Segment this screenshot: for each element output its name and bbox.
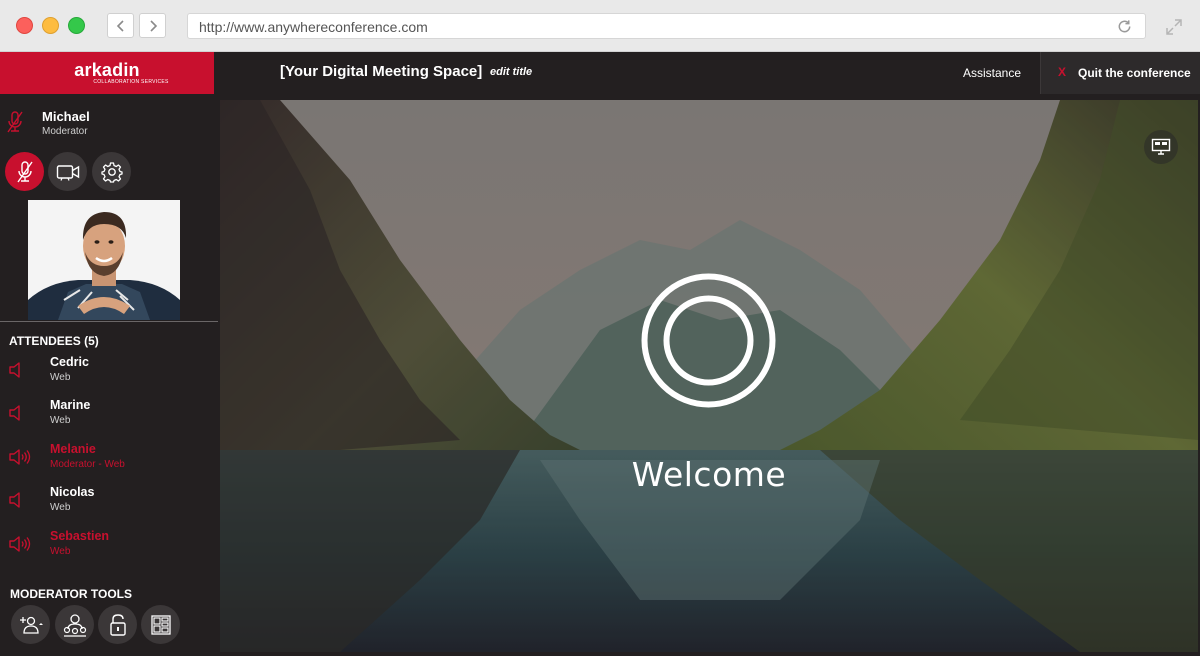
attendee-detail: Web (50, 372, 71, 383)
attendee-detail: Web (50, 546, 71, 557)
url-text: http://www.anywhereconference.com (199, 19, 428, 35)
attendee-name: Melanie (50, 442, 96, 456)
welcome-rings-icon (641, 273, 776, 408)
conference-app: arkadin COLLABORATION SERVICES [Your Dig… (0, 52, 1200, 656)
attendee-item[interactable]: Sebastien Web (0, 529, 218, 569)
forward-button[interactable] (139, 13, 166, 38)
address-bar[interactable]: http://www.anywhereconference.com (187, 13, 1146, 39)
mic-muted-icon (7, 111, 23, 133)
close-window-button[interactable] (16, 17, 33, 34)
add-participant-button[interactable] (11, 605, 50, 644)
sidebar-divider (0, 321, 218, 322)
brand-logo: arkadin COLLABORATION SERVICES (0, 52, 214, 94)
maximize-window-button[interactable] (68, 17, 85, 34)
camera-toggle-button[interactable] (48, 152, 87, 191)
speaker-active-icon (9, 449, 31, 465)
logo-subtitle: COLLABORATION SERVICES (93, 78, 169, 85)
attendee-name: Sebastien (50, 529, 110, 543)
lock-icon (109, 613, 126, 636)
reload-icon[interactable] (1116, 18, 1133, 35)
speaker-icon (9, 492, 20, 508)
speaker-icon (9, 362, 20, 378)
logo-text: arkadin (74, 59, 140, 80)
gear-icon (100, 161, 123, 183)
mute-toggle-button[interactable] (5, 152, 44, 191)
meeting-title: [Your Digital Meeting Space] (280, 63, 483, 80)
user-name: Michael (42, 109, 90, 124)
forward-icon (149, 19, 157, 32)
attendee-detail: Web (50, 415, 71, 426)
webcam-preview (28, 200, 180, 320)
settings-button[interactable] (92, 152, 131, 191)
layout-button[interactable] (141, 605, 180, 644)
quit-conference-button[interactable]: X Quit the conference (1040, 52, 1200, 94)
screen-share-icon (1151, 138, 1171, 155)
sidebar: Michael Moderator ATTENDEES (5) Cedric W… (0, 94, 218, 656)
assistance-link[interactable]: Assistance (963, 66, 1021, 80)
user-role: Moderator (42, 126, 88, 137)
minimize-window-button[interactable] (42, 17, 59, 34)
quit-label: Quit the conference (1078, 66, 1191, 80)
attendee-item[interactable]: Melanie Moderator - Web (0, 442, 218, 482)
attendee-item[interactable]: Marine Web (0, 398, 218, 438)
attendee-detail: Moderator - Web (50, 459, 125, 470)
webcam-person-image (28, 200, 180, 320)
participants-icon (63, 613, 86, 637)
back-icon (116, 19, 124, 32)
fullscreen-icon[interactable] (1164, 17, 1184, 37)
browser-chrome: http://www.anywhereconference.com (0, 0, 1200, 52)
screen-share-button[interactable] (1144, 130, 1178, 164)
main-stage: Welcome (220, 100, 1198, 652)
attendee-name: Nicolas (50, 485, 95, 499)
add-participant-icon (19, 616, 43, 634)
back-button[interactable] (107, 13, 134, 38)
layout-grid-icon (150, 614, 171, 635)
edit-title-link[interactable]: edit title (490, 66, 532, 78)
attendees-title: ATTENDEES (5) (9, 334, 99, 348)
attendee-name: Marine (50, 398, 91, 412)
mic-muted-icon (16, 160, 33, 182)
close-icon: X (1058, 65, 1067, 79)
welcome-text: Welcome (631, 455, 787, 494)
attendee-name: Cedric (50, 355, 89, 369)
speaker-icon (9, 405, 20, 421)
manage-participants-button[interactable] (55, 605, 94, 644)
top-bar: [Your Digital Meeting Space] edit title … (214, 52, 1200, 94)
attendee-detail: Web (50, 502, 71, 513)
attendee-item[interactable]: Nicolas Web (0, 485, 218, 525)
speaker-active-icon (9, 536, 31, 552)
moderator-tools-title: MODERATOR TOOLS (10, 587, 133, 601)
attendee-item[interactable]: Cedric Web (0, 355, 218, 395)
lock-conference-button[interactable] (98, 605, 137, 644)
camera-icon (56, 164, 79, 181)
